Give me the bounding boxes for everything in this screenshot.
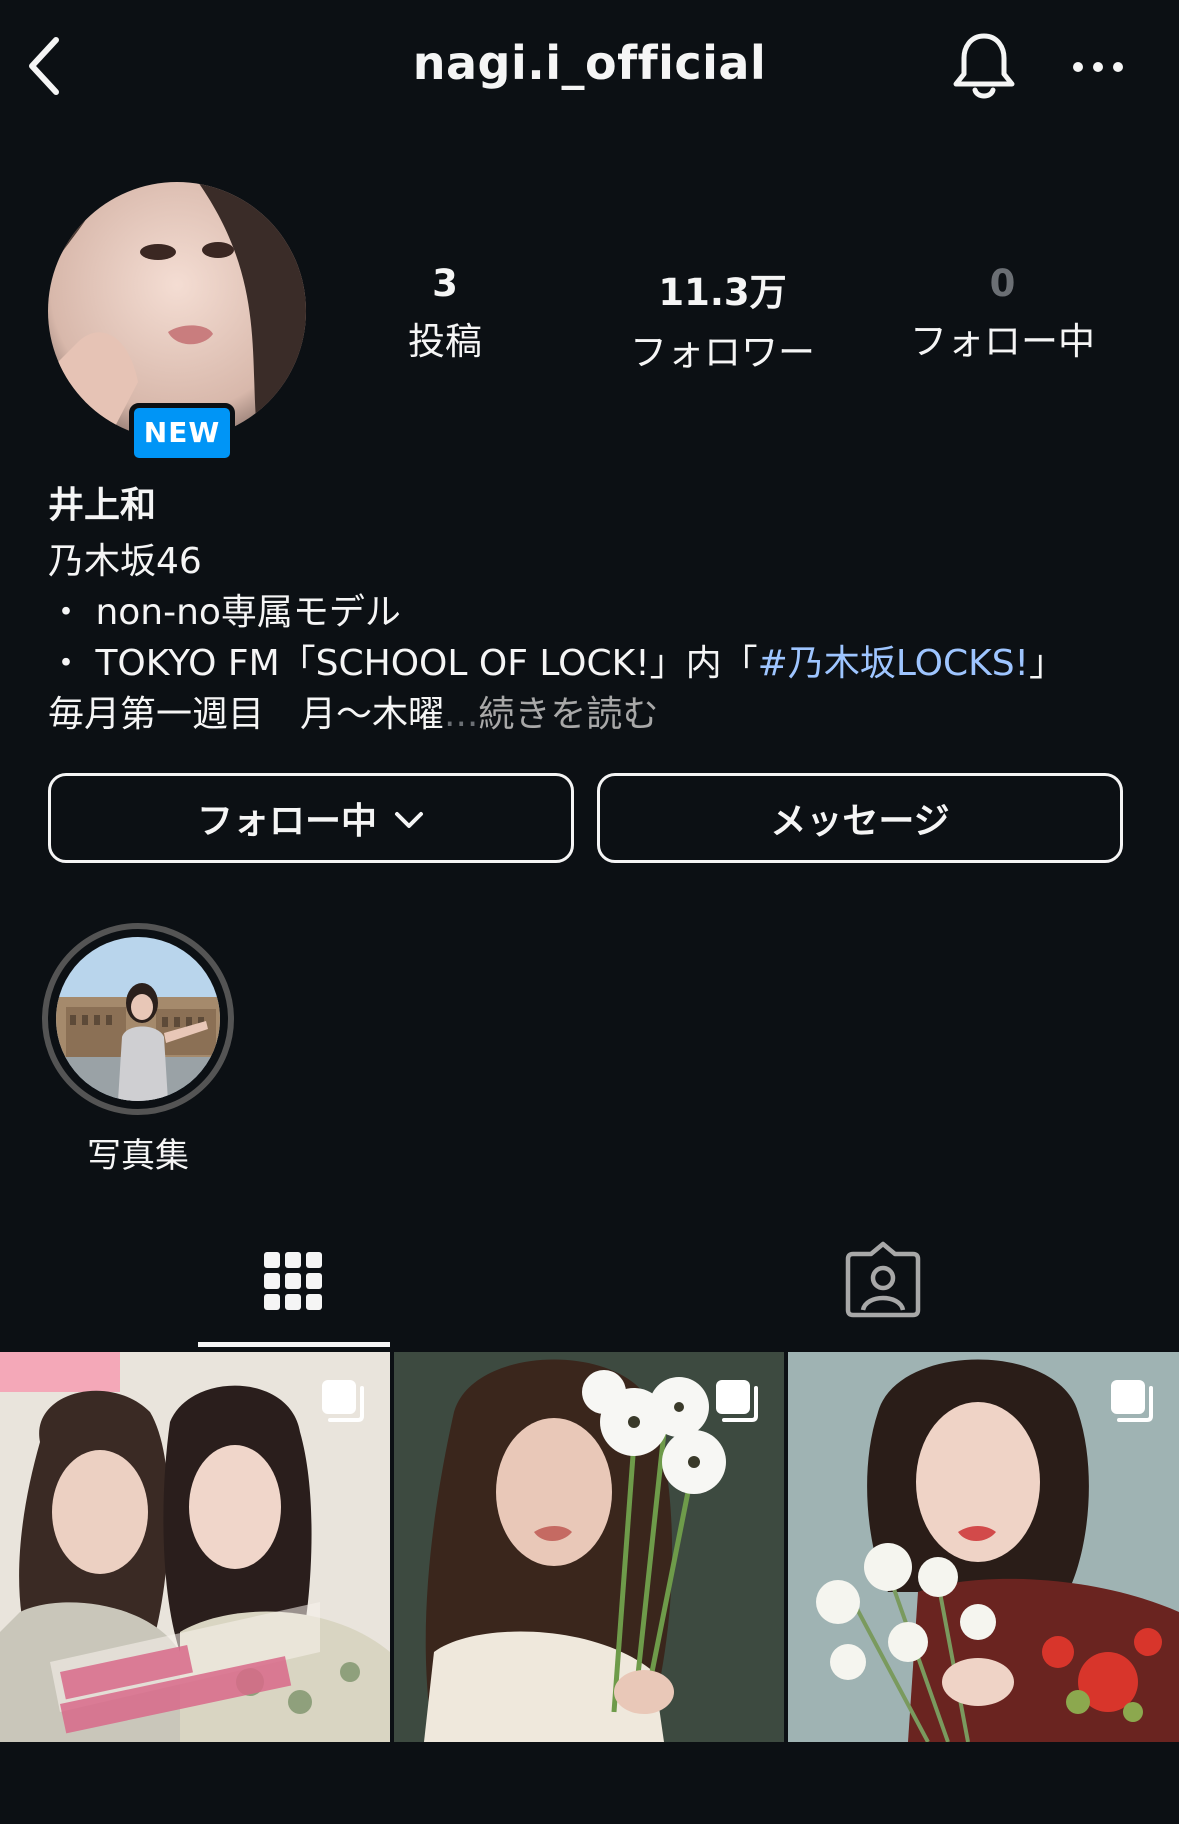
highlight-photobook[interactable] (42, 923, 234, 1115)
bell-icon[interactable] (950, 30, 1018, 102)
followers-stat[interactable]: 11.3万 フォロワー (600, 262, 845, 376)
highlight-cover (56, 937, 220, 1101)
bio-line-group: 乃木坂46 (48, 541, 202, 582)
carousel-icon (1111, 1380, 1153, 1422)
post-tile[interactable] (788, 1352, 1179, 1742)
new-badge: NEW (129, 403, 235, 463)
bio-ellipsis: ... (444, 694, 479, 735)
more-icon[interactable] (1068, 52, 1128, 82)
read-more-link[interactable]: 続きを読む (478, 694, 658, 735)
following-button[interactable]: フォロー中 (48, 773, 574, 863)
post-tile[interactable] (0, 1352, 390, 1742)
highlight-label: 写真集 (87, 1136, 189, 1176)
followers-label: フォロワー (630, 331, 815, 374)
following-stat[interactable]: 0 フォロー中 (900, 262, 1105, 365)
following-count: 0 (989, 262, 1016, 305)
bio-line-radio: ・ TOKYO FM「SCHOOL OF LOCK!」内「#乃木坂LOCKS!」 (48, 634, 1065, 686)
profile-name: 井上和 (48, 485, 157, 526)
grid-icon (264, 1252, 322, 1310)
carousel-icon (322, 1380, 364, 1422)
posts-count: 3 (432, 262, 458, 305)
message-button[interactable]: メッセージ (597, 773, 1123, 863)
bio-schedule-text: 毎月第一週目 月〜木曜 (48, 694, 445, 735)
bio-radio-prefix: ・ TOKYO FM「SCHOOL OF LOCK!」内「 (48, 643, 758, 684)
following-label: フォロー中 (910, 320, 1095, 363)
avatar[interactable] (48, 182, 306, 440)
active-tab-indicator (198, 1342, 390, 1347)
hashtag-link[interactable]: #乃木坂LOCKS! (758, 643, 1029, 684)
bio-line-model: ・ non-no専属モデル (48, 592, 401, 633)
tab-tagged[interactable] (788, 1240, 978, 1350)
bio-line-schedule: 毎月第一週目 月〜木曜...続きを読む (48, 685, 658, 737)
chevron-down-icon (393, 798, 425, 839)
tab-posts-grid[interactable] (198, 1240, 388, 1350)
followers-count: 11.3万 (658, 271, 787, 314)
posts-stat: 3 投稿 (385, 262, 505, 365)
carousel-icon (716, 1380, 758, 1422)
tagged-icon (845, 1241, 921, 1318)
bio-radio-suffix: 」 (1028, 643, 1065, 684)
message-button-label: メッセージ (770, 801, 950, 842)
post-tile[interactable] (394, 1352, 784, 1742)
posts-label: 投稿 (408, 320, 482, 363)
following-button-label: フォロー中 (196, 801, 377, 842)
